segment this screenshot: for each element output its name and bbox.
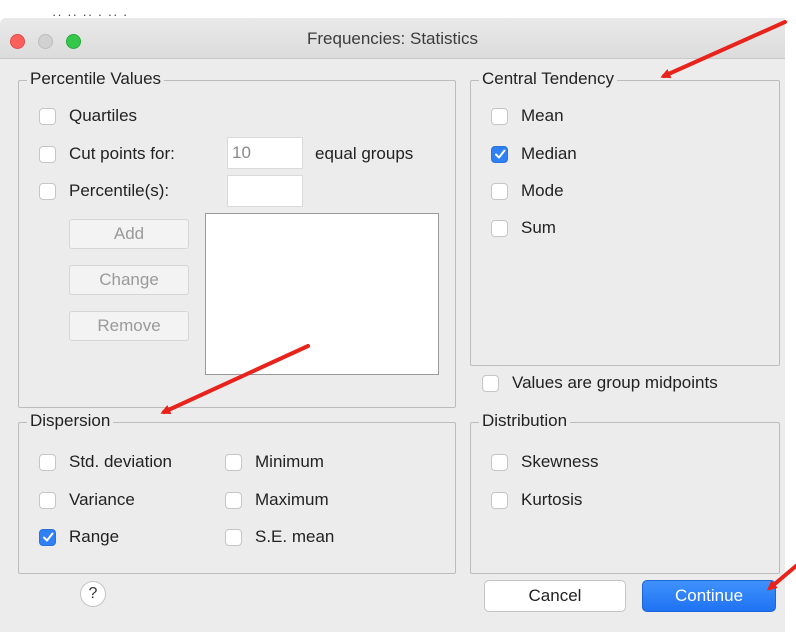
annotation-arrow [766,564,796,591]
annotation-arrow [160,344,310,415]
annotation-arrows [160,20,796,591]
annotation-arrow [660,20,787,79]
